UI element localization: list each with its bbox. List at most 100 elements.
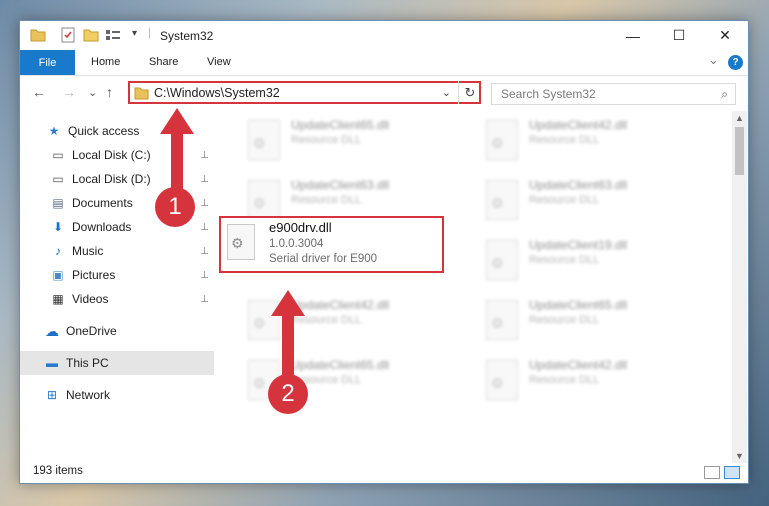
title-divider: | [148,25,152,39]
sidebar-item-label: Local Disk (C:) [72,148,151,162]
title-bar: ▾ | System32 — ☐ ✕ [20,21,748,50]
sidebar-item-label: OneDrive [66,324,117,338]
gear-icon: ⚙ [253,375,266,391]
address-path[interactable]: C:\Windows\System32 [154,86,280,100]
pin-icon[interactable]: ⊥ [200,174,209,185]
sidebar-item-label: Music [72,244,104,258]
properties-icon[interactable] [60,27,76,43]
sidebar-item-onedrive[interactable]: ☁ OneDrive [20,319,214,343]
back-button[interactable]: ← [32,84,46,100]
file-version: 1.0.0.3004 [269,238,324,250]
cloud-icon: ☁ [45,322,59,339]
pin-icon[interactable]: ⊥ [200,222,209,233]
file-tile[interactable]: ⚙ UpdateClient63.dll Resource DLL [477,175,697,225]
address-dropdown-icon[interactable]: ⌄ [442,86,451,99]
file-name: UpdateClient65.dll [291,358,390,372]
file-list: ⚙ UpdateClient65.dll Resource DLL ⚙ Upda… [227,111,732,463]
up-button[interactable]: ↑ [106,84,113,100]
pin-icon[interactable]: ⊥ [200,198,209,209]
folder-icon [134,87,149,100]
sidebar-item-label: Videos [72,292,109,306]
tab-view[interactable]: View [207,56,231,68]
computer-icon: ▬ [46,356,58,370]
gear-icon: ⚙ [253,315,266,331]
details-view-icon[interactable] [704,466,720,479]
videos-icon: ▦ [52,292,64,306]
file-tile[interactable]: ⚙ UpdateClient42.dll Resource DLL [477,115,697,165]
maximize-button[interactable]: ☐ [656,21,702,50]
new-folder-icon[interactable] [83,27,99,43]
sidebar-item-label: Local Disk (D:) [72,172,151,186]
annotation-badge-2: 2 [268,374,308,414]
scroll-up-icon[interactable]: ▲ [735,113,744,123]
sidebar-item-this-pc[interactable]: ▬ This PC [20,351,214,375]
file-description: Resource DLL [529,134,600,146]
search-icon[interactable]: ⌕ [721,87,728,102]
tab-share[interactable]: Share [149,56,178,68]
sidebar-item-music[interactable]: ♪ Music ⊥ [20,239,214,263]
help-icon[interactable]: ? [728,55,743,70]
file-description: Resource DLL [529,194,600,206]
network-icon: ⊞ [46,388,58,402]
gear-icon: ⚙ [491,315,504,331]
tab-home[interactable]: Home [91,56,120,68]
gear-icon: ⚙ [491,255,504,271]
tiles-view-icon[interactable] [724,466,740,479]
scroll-down-icon[interactable]: ▼ [735,451,744,461]
file-description: Serial driver for E900 [269,253,378,265]
sidebar-item-pictures[interactable]: ▣ Pictures ⊥ [20,263,214,287]
chevron-down-icon[interactable]: ▾ [132,28,137,44]
file-tile[interactable]: ⚙ UpdateClient42.dll Resource DLL [477,355,697,405]
gear-icon: ⚙ [491,375,504,391]
sidebar-item-label: Pictures [72,268,116,282]
drive-icon: ▭ [52,172,64,186]
refresh-button[interactable]: ↻ [458,81,481,104]
forward-button[interactable]: → [62,84,76,100]
search-box[interactable]: Search System32 ⌕ [491,83,736,105]
vertical-scrollbar[interactable]: ▲ ▼ [732,111,747,463]
file-description: Resource DLL [529,374,600,386]
status-bar: 193 items [20,461,748,482]
file-description: Resource DLL [291,134,362,146]
file-tile[interactable]: ⚙ UpdateClient65.dll Resource DLL [239,115,459,165]
file-description: Resource DLL [529,314,600,326]
gear-icon: ⚙ [491,135,504,151]
window-title: System32 [160,29,214,43]
file-name: UpdateClient63.dll [529,178,628,192]
file-name: UpdateClient19.dll [529,238,628,252]
ribbon-tabs: File Home Share View ⌄ ? [20,50,748,76]
item-count: 193 items [33,465,83,477]
search-input[interactable]: Search System32 [501,87,596,101]
close-button[interactable]: ✕ [702,21,748,50]
folder-icon [30,29,46,42]
expand-ribbon-icon[interactable]: ⌄ [708,52,719,68]
sidebar-item-label: Quick access [68,124,140,138]
file-tile[interactable]: ⚙ UpdateClient65.dll Resource DLL [477,295,697,345]
scrollbar-thumb[interactable] [735,127,744,175]
pin-icon[interactable]: ⊥ [200,294,209,305]
file-name: e900drv.dll [269,220,332,235]
tab-file[interactable]: File [20,50,75,75]
sidebar-item-label: Downloads [72,220,132,234]
address-bar[interactable]: C:\Windows\System32 ⌄ [128,81,481,104]
minimize-button[interactable]: — [610,21,656,50]
downloads-icon: ⬇ [52,220,64,234]
highlighted-file-tile[interactable]: ⚙ e900drv.dll 1.0.0.3004 Serial driver f… [219,216,444,273]
documents-icon: ▤ [52,196,64,210]
gear-icon: ⚙ [253,135,266,151]
pin-icon[interactable]: ⊥ [200,270,209,281]
sidebar-item-label: Network [66,388,111,402]
sidebar-item-label: Documents [72,196,133,210]
star-icon: ★ [48,124,60,138]
navigation-bar: ← → ⌄ ↑ C:\Windows\System32 ⌄ ↻ Search S… [20,76,748,110]
customize-toolbar-icon[interactable] [105,27,125,43]
sidebar-item-videos[interactable]: ▦ Videos ⊥ [20,287,214,311]
pin-icon[interactable]: ⊥ [200,246,209,257]
file-name: UpdateClient42.dll [291,298,390,312]
file-name: UpdateClient65.dll [529,298,628,312]
file-tile[interactable]: ⚙ UpdateClient19.dll Resource DLL [477,235,697,285]
recent-locations-button[interactable]: ⌄ [88,86,97,99]
music-icon: ♪ [55,244,61,258]
sidebar-item-network[interactable]: ⊞ Network [20,383,214,407]
pin-icon[interactable]: ⊥ [200,150,209,161]
